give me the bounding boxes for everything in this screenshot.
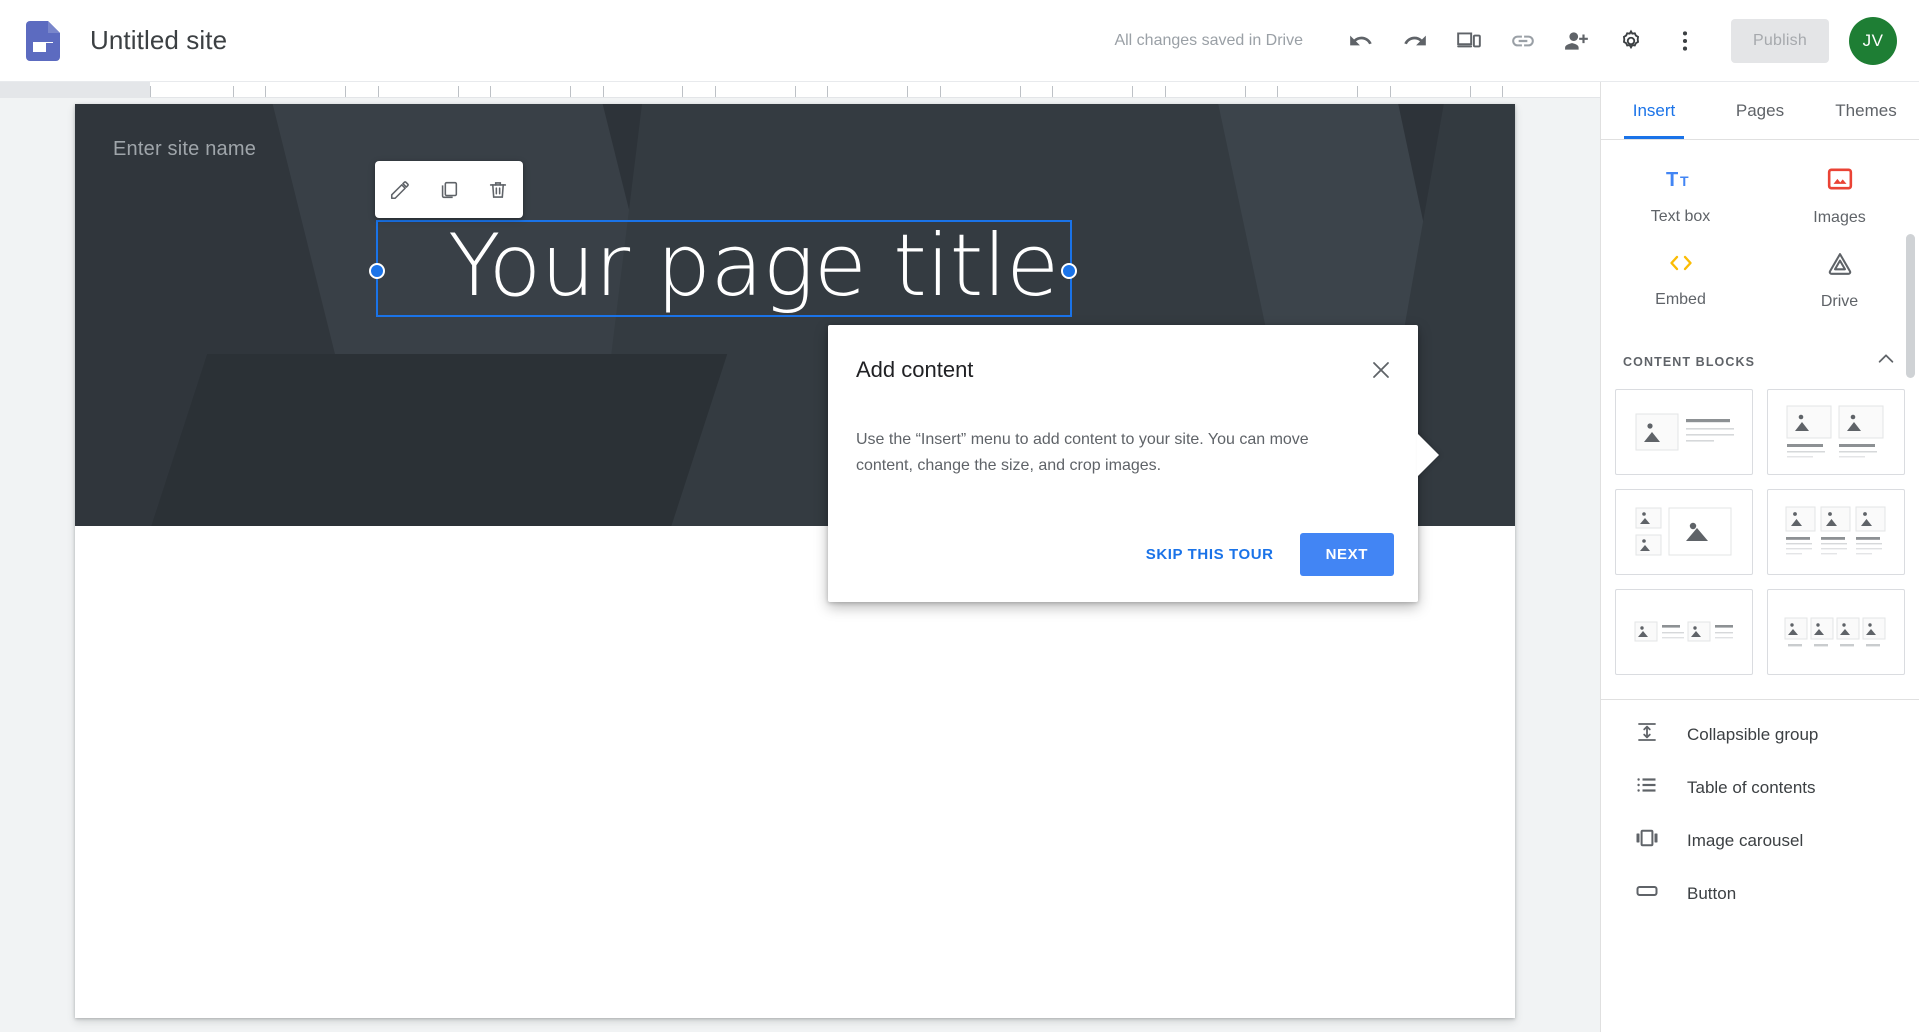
svg-text:T: T [1680, 173, 1689, 189]
close-icon[interactable] [1362, 351, 1400, 389]
collapsible-group-icon [1635, 720, 1659, 749]
content-block-two-small-one-large[interactable] [1615, 489, 1753, 575]
insert-text-box[interactable]: T T Text box [1601, 154, 1760, 238]
button-icon [1635, 879, 1659, 908]
tour-dialog: Add content Use the “Insert” menu to add… [828, 325, 1439, 602]
tab-pages[interactable]: Pages [1707, 82, 1813, 139]
site-name-input[interactable]: Enter site name [113, 138, 256, 161]
insert-drive-label: Drive [1820, 292, 1859, 310]
app-header: Untitled site All changes saved in Drive [0, 0, 1919, 82]
header-toolbar [1337, 17, 1709, 65]
insert-text-box-label: Text box [1650, 207, 1711, 225]
preview-icon[interactable] [1445, 17, 1493, 65]
text-box-icon: T T [1666, 167, 1696, 196]
content-block-two-image-text-pairs[interactable] [1615, 589, 1753, 675]
sidebar-tabs: Insert Pages Themes [1601, 82, 1919, 140]
more-vert-icon[interactable] [1661, 17, 1709, 65]
page-title[interactable]: Your page title [448, 216, 1059, 316]
editor-canvas[interactable]: Enter site name Your page title Add cont… [0, 98, 1600, 1032]
sidebar-item-collapsible-group[interactable]: Collapsible group [1601, 708, 1919, 761]
add-editor-icon[interactable] [1553, 17, 1601, 65]
sidebar-item-label: Image carousel [1687, 830, 1804, 850]
insert-quick-actions: T T Text box Images Embed Drive [1601, 140, 1919, 332]
publish-button[interactable]: Publish [1731, 18, 1829, 63]
save-status: All changes saved in Drive [1114, 31, 1303, 49]
delete-trash-icon[interactable] [478, 170, 518, 210]
resize-handle-left[interactable] [369, 263, 385, 279]
element-float-toolbar [375, 161, 523, 218]
undo-icon[interactable] [1337, 17, 1385, 65]
table-of-contents-icon [1635, 773, 1659, 802]
insert-images[interactable]: Images [1760, 154, 1919, 238]
sidebar-item-button[interactable]: Button [1601, 867, 1919, 920]
settings-gear-icon[interactable] [1607, 17, 1655, 65]
next-button[interactable]: NEXT [1299, 533, 1394, 576]
tour-pointer [1417, 433, 1439, 477]
image-carousel-icon [1635, 826, 1659, 855]
selected-text-box[interactable]: Your page title [376, 216, 1072, 317]
copy-link-icon[interactable] [1499, 17, 1547, 65]
sidebar-component-list: Collapsible group Table of contents Imag… [1601, 700, 1919, 928]
site-title[interactable]: Untitled site [90, 25, 227, 56]
insert-embed-label: Embed [1655, 290, 1706, 308]
google-sites-icon[interactable] [22, 20, 64, 62]
insert-sidebar: Insert Pages Themes T T Text box Images [1600, 82, 1919, 1032]
sidebar-item-label: Collapsible group [1687, 724, 1819, 744]
avatar[interactable]: JV [1849, 16, 1897, 65]
tab-themes[interactable]: Themes [1813, 82, 1919, 139]
insert-embed[interactable]: Embed [1601, 238, 1760, 322]
content-block-four-images-row[interactable] [1767, 589, 1905, 675]
content-block-two-images-with-captions[interactable] [1767, 389, 1905, 475]
images-icon [1827, 166, 1853, 197]
edit-pencil-icon[interactable] [380, 170, 420, 210]
redo-icon[interactable] [1391, 17, 1439, 65]
tour-actions: SKIP THIS TOUR NEXT [1132, 533, 1394, 576]
insert-drive[interactable]: Drive [1760, 238, 1919, 322]
svg-text:T: T [1666, 169, 1678, 191]
content-block-three-images-with-captions[interactable] [1767, 489, 1905, 575]
content-blocks-grid [1601, 385, 1919, 689]
content-blocks-title: CONTENT BLOCKS [1623, 354, 1756, 369]
tab-insert[interactable]: Insert [1601, 82, 1707, 139]
sidebar-scrollbar-track[interactable] [1906, 154, 1917, 1032]
tour-body-text: Use the “Insert” menu to add content to … [856, 431, 1309, 474]
insert-images-label: Images [1813, 208, 1866, 226]
sidebar-item-label: Button [1687, 883, 1737, 903]
content-blocks-header[interactable]: CONTENT BLOCKS [1601, 332, 1919, 385]
chevron-up-icon[interactable] [1875, 348, 1897, 375]
embed-code-icon [1666, 252, 1696, 279]
sidebar-item-table-of-contents[interactable]: Table of contents [1601, 761, 1919, 814]
canvas-ruler [0, 82, 1600, 98]
resize-handle-right[interactable] [1061, 263, 1077, 279]
sidebar-item-label: Table of contents [1687, 777, 1816, 797]
google-drive-icon [1827, 250, 1853, 281]
content-block-image-left-text-right[interactable] [1615, 389, 1753, 475]
tour-title: Add content [856, 357, 974, 382]
banner-shape [122, 354, 728, 526]
skip-tour-button[interactable]: SKIP THIS TOUR [1132, 535, 1288, 574]
duplicate-icon[interactable] [429, 170, 469, 210]
sidebar-item-image-carousel[interactable]: Image carousel [1601, 814, 1919, 867]
sidebar-scrollbar-thumb[interactable] [1906, 234, 1915, 378]
ruler-margin-pad [0, 82, 150, 98]
